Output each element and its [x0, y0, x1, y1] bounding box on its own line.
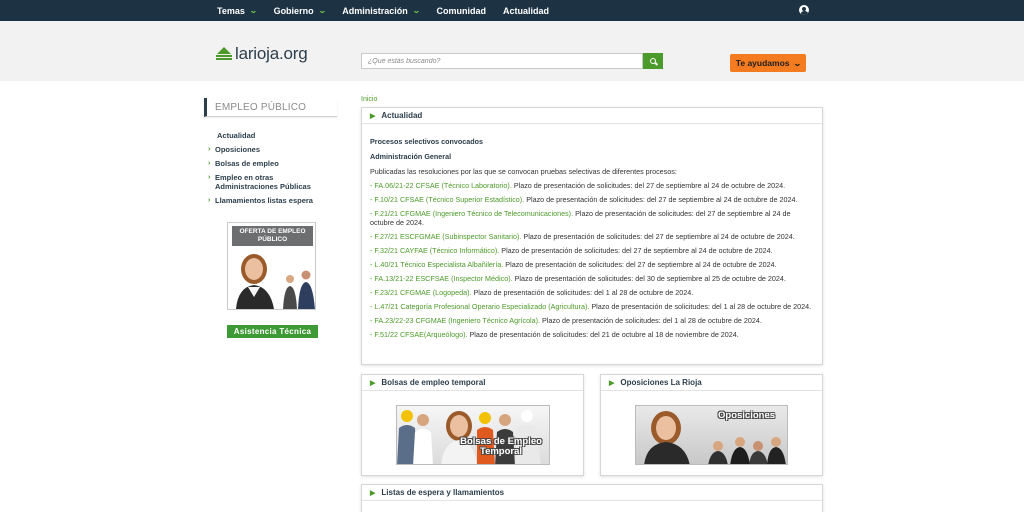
search-button[interactable] [643, 53, 663, 69]
list-item: - FA.23/22-23 CFGMAE (Ingeniero Técnico … [370, 316, 762, 325]
caret-right-icon: ▶ [370, 112, 376, 120]
list-item: - F.32/21 CAYFAE (Técnico Informático). … [370, 246, 773, 255]
list-item: - F.51/22 CFSAE(Arqueólogo). Plazo de pr… [370, 330, 739, 339]
panel-header[interactable]: ▶ Listas de espera y llamamientos [362, 485, 822, 501]
search-input[interactable] [361, 53, 643, 69]
oferta-empleo-banner[interactable]: OFERTA DE EMPLEO PÚBLICO [227, 222, 316, 310]
chevron-right-icon: › [208, 146, 211, 153]
bolsas-banner-caption: Bolsas de Empleo Temporal [460, 436, 542, 457]
chevron-down-icon: ⌄ [792, 58, 802, 68]
nav-item-actualidad[interactable]: Actualidad [503, 6, 549, 16]
list-item: - F.10/21 CFSAE (Técnico Superior Estadí… [370, 195, 798, 204]
oposiciones-panel: ▶ Oposiciones La Rioja Oposiciones [600, 374, 823, 476]
chevron-right-icon: › [208, 174, 211, 181]
people-photo [283, 270, 315, 309]
panel-header[interactable]: ▶ Bolsas de empleo temporal [362, 375, 583, 391]
process-link[interactable]: - FA.06/21-22 CFSAE (Técnico Laboratorio… [370, 181, 512, 190]
process-link[interactable]: - F.21/21 CFGMAE (Ingeniero Técnico de T… [370, 209, 573, 218]
process-link[interactable]: - F.32/21 CAYFAE (Técnico Informático). [370, 246, 499, 255]
oposiciones-banner-caption: Oposiciones [718, 410, 776, 421]
listas-panel: ▶ Listas de espera y llamamientos [361, 484, 823, 512]
bolsas-panel: ▶ Bolsas de empleo temporal Bolsas de Emp… [361, 374, 584, 476]
process-link[interactable]: - FA.23/22-23 CFGMAE (Ingeniero Técnico … [370, 316, 540, 325]
sidebar-item-llamamientos[interactable]: › Llamamientos listas espera [208, 196, 338, 205]
search-bar [361, 53, 663, 69]
chevron-right-icon: › [208, 160, 211, 167]
sidebar-item-bolsas[interactable]: › Bolsas de empleo [208, 159, 338, 168]
breadcrumb[interactable]: Inicio [361, 96, 377, 103]
process-link[interactable]: - L.40/21 Técnico Especialista Albañiler… [370, 260, 503, 269]
panel-header[interactable]: ▶ Actualidad [362, 108, 822, 124]
list-item: - F.27/21 ESCFGMAE (Subinspector Sanitar… [370, 232, 795, 241]
intro-text: Publicadas las resoluciones por las que … [370, 167, 677, 176]
sidebar-item-otras-administraciones[interactable]: › Empleo en otras Administraciones Públic… [208, 173, 320, 191]
woman-photo [236, 254, 274, 309]
bolsas-banner-image[interactable]: Bolsas de Empleo Temporal [396, 405, 550, 465]
panel-header[interactable]: ▶ Oposiciones La Rioja [601, 375, 822, 391]
actualidad-panel: ▶ Actualidad Procesos selectivos convocad… [361, 107, 823, 365]
section-subheading: Administración General [370, 152, 452, 161]
help-button[interactable]: Te ayudamos ⌄ [730, 54, 806, 72]
site-header [0, 21, 1024, 81]
nav-item-temas[interactable]: Temas ⌄ [217, 6, 258, 16]
chevron-down-icon: ⌄ [411, 6, 421, 15]
panel-body: Procesos selectivos convocados Administr… [362, 124, 822, 339]
process-link[interactable]: - F.23/21 CFGMAE (Logopeda). [370, 288, 471, 297]
top-menu: Temas ⌄ Gobierno ⌄ Administración ⌄ Comunid… [217, 0, 566, 21]
caret-right-icon: ▶ [370, 489, 376, 497]
section-heading: Procesos selectivos convocados [370, 137, 484, 146]
oposiciones-banner-image[interactable]: Oposiciones [635, 405, 788, 465]
list-item: - F.21/21 CFGMAE (Ingeniero Técnico de T… [370, 209, 791, 227]
nav-item-gobierno[interactable]: Gobierno ⌄ [274, 6, 327, 16]
caret-right-icon: ▶ [370, 379, 376, 387]
list-item: - FA.13/21-22 ESCFSAE (Inspector Médico)… [370, 274, 786, 283]
top-navigation: Temas ⌄ Gobierno ⌄ Administración ⌄ Comunid… [0, 0, 1024, 21]
sidebar-title: EMPLEO PÚBLICO [204, 98, 337, 117]
process-link[interactable]: - L.47/21 Categoría Profesional Operario… [370, 302, 589, 311]
list-item: - L.47/21 Categoría Profesional Operario… [370, 302, 812, 311]
process-link[interactable]: - F.51/22 CFSAE(Arqueólogo). [370, 330, 467, 339]
chevron-down-icon: ⌄ [248, 6, 258, 15]
sidebar-item-oposiciones[interactable]: › Oposiciones [208, 145, 338, 154]
search-icon [650, 58, 656, 64]
process-link[interactable]: - FA.13/21-22 ESCFSAE (Inspector Médico)… [370, 274, 513, 283]
list-item: - L.40/21 Técnico Especialista Albañiler… [370, 260, 777, 269]
sidebar-item-actualidad[interactable]: Actualidad [208, 131, 338, 140]
list-item: - FA.06/21-22 CFSAE (Técnico Laboratorio… [370, 181, 786, 190]
chevron-right-icon: › [208, 197, 211, 204]
caret-right-icon: ▶ [609, 379, 615, 387]
banner-label: OFERTA DE EMPLEO PÚBLICO [232, 226, 313, 246]
logo-icon [216, 47, 232, 61]
list-item: - F.23/21 CFGMAE (Logopeda). Plazo de pr… [370, 288, 694, 297]
process-link[interactable]: - F.27/21 ESCFGMAE (Subinspector Sanitar… [370, 232, 521, 241]
nav-item-administracion[interactable]: Administración ⌄ [342, 6, 421, 16]
logo-text: larioja.org [235, 44, 308, 63]
user-circle-icon[interactable] [799, 5, 809, 15]
asistencia-tecnica-button[interactable]: Asistencia Técnica [227, 325, 318, 338]
site-logo[interactable]: larioja.org [216, 44, 308, 64]
process-link[interactable]: - F.10/21 CFSAE (Técnico Superior Estadí… [370, 195, 524, 204]
nav-item-comunidad[interactable]: Comunidad [436, 6, 486, 16]
chevron-down-icon: ⌄ [317, 6, 327, 15]
sidebar-nav: Actualidad › Oposiciones › Bolsas de emple… [208, 131, 338, 210]
